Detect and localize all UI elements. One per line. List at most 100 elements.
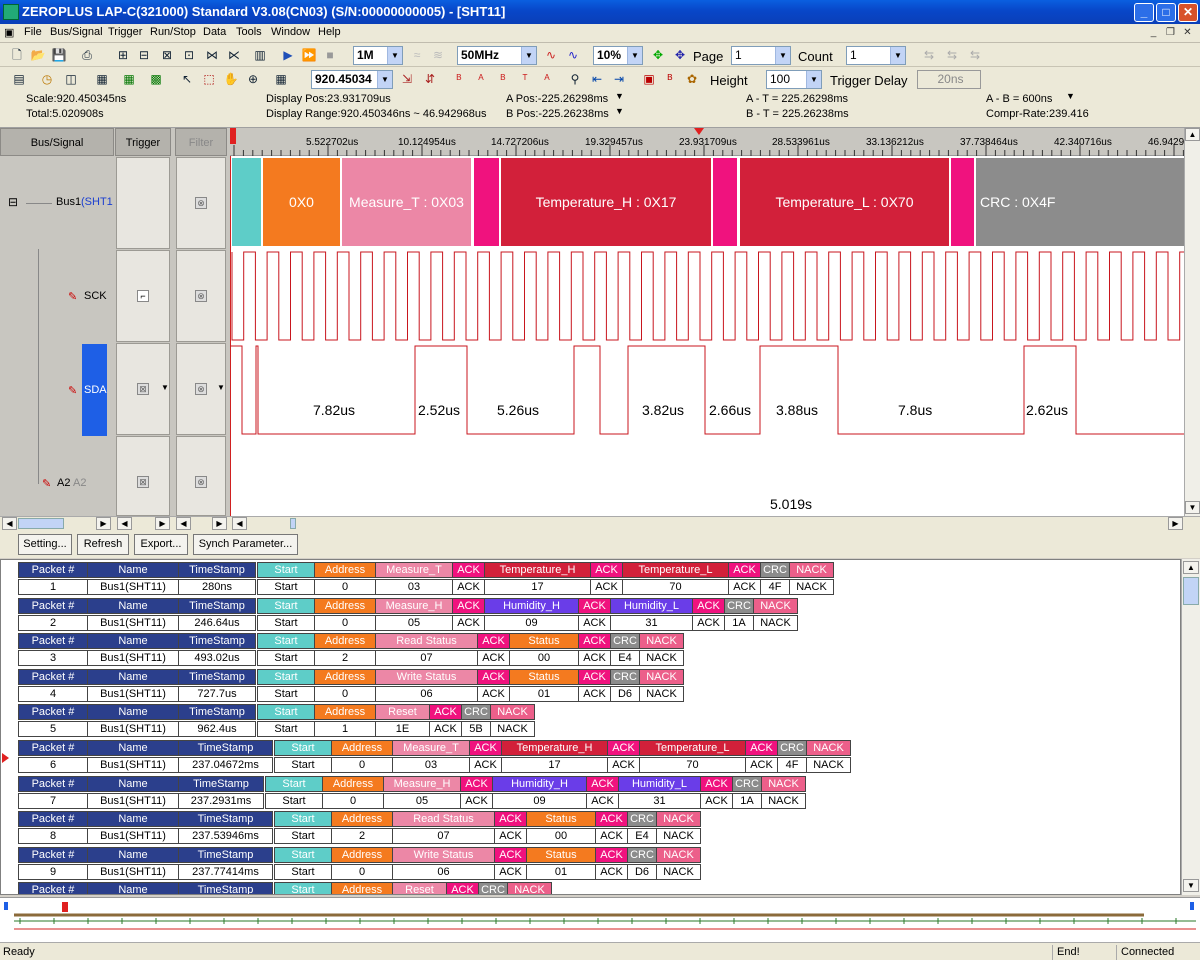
open-icon[interactable]: 📂 [29,46,47,64]
menu-bus-signal[interactable]: Bus/Signal [50,26,103,38]
list-icon-2[interactable]: ▦ [120,70,138,88]
compress-icon-2[interactable]: ≋ [429,46,447,64]
trigger-checkbox[interactable]: ⊠ [137,476,149,488]
close-button[interactable]: ✕ [1178,3,1198,22]
trigger-icon-5[interactable]: ⋈ [203,46,221,64]
trigger-icon-1[interactable]: ⊞ [114,46,132,64]
chevron-down-icon[interactable]: ▼ [161,383,169,392]
scroll-down-icon[interactable]: ▼ [1185,501,1200,514]
b-pos-dropdown-icon[interactable]: ▼ [615,106,624,116]
menu-data[interactable]: Data [203,26,226,38]
filter-checkbox[interactable]: ⊗ [195,290,207,302]
a-pos-dropdown-icon[interactable]: ▼ [615,91,624,101]
synch-parameter-button[interactable]: Synch Parameter... [193,534,298,555]
scroll-thumb[interactable] [18,518,64,529]
scroll-left-icon[interactable]: ◀ [232,517,247,530]
menu-help[interactable]: Help [318,26,341,38]
frequency-select[interactable]: 50MHz ▼ [457,46,537,65]
waveform-view[interactable]: 5.522702us 10.124954us 14.727206us 19.32… [230,128,1184,516]
waveform-scroll-thumb[interactable] [290,518,296,529]
packet-list-scrollbar[interactable]: ▲ ▼ [1181,559,1200,895]
menu-trigger[interactable]: Trigger [108,26,142,38]
search-bus-icon-1[interactable]: ᴮ [450,70,468,88]
timer-icon[interactable]: ◷ [38,70,56,88]
sda-trigger-cell[interactable]: ⊠ ▼ [116,343,170,435]
nav-next-icon[interactable]: ✥ [671,46,689,64]
scroll-left-icon[interactable]: ◀ [2,517,17,530]
note-icon[interactable]: ▤ [10,70,28,88]
mdi-minimize-icon[interactable]: _ [1146,26,1161,40]
cursor-icon[interactable]: ↖ [178,70,196,88]
clock-icon-2[interactable]: ∿ [564,46,582,64]
cursor-b-icon[interactable]: ⇵ [421,70,439,88]
search-prev-icon[interactable]: ⇤ [588,70,606,88]
save-icon[interactable]: 💾 [50,46,68,64]
bus-icon[interactable]: ▥ [251,46,269,64]
bus-row[interactable]: ⊟ Bus1 (SHT1 [0,157,114,249]
compress-icon-1[interactable]: ≈ [408,46,426,64]
mdi-close-icon[interactable]: ✕ [1180,26,1195,40]
height-select[interactable]: 100 ▼ [766,70,822,89]
packet-list[interactable]: Packet #1 Name Bus1(SHT11) TimeStamp 280ns St… [0,559,1181,895]
trigger-icon-6[interactable]: ⋉ [225,46,243,64]
trigger-icon-2[interactable]: ⊟ [135,46,153,64]
mdi-restore-icon[interactable]: ❐ [1163,26,1178,40]
refresh-button[interactable]: Refresh [77,534,129,555]
list-icon-3[interactable]: ▩ [147,70,165,88]
scroll-down-icon[interactable]: ▼ [1183,879,1199,892]
sck-filter-cell[interactable]: ⊗ [176,250,226,342]
chevron-down-icon[interactable]: ▼ [217,383,225,392]
search-bus-icon-5[interactable]: ᴬ [538,70,556,88]
count-select[interactable]: 1 ▼ [846,46,906,65]
clock-icon-1[interactable]: ∿ [542,46,560,64]
scroll-thumb[interactable] [1183,577,1199,605]
cursor-a-icon[interactable]: ⇲ [398,70,416,88]
scroll-right-icon[interactable]: ▶ [1168,517,1183,530]
menu-run-stop[interactable]: Run/Stop [150,26,196,38]
collapse-icon[interactable]: ⊟ [8,195,18,209]
signal-sda-label[interactable]: SDA [84,384,107,396]
bus-setup-icon[interactable]: ◫ [62,70,80,88]
hand-icon[interactable]: ✋ [222,70,240,88]
trigger-pos-select[interactable]: 10% ▼ [593,46,643,65]
record-icon[interactable]: ▣ [640,70,658,88]
bus-filter-cell[interactable]: ⊗ [176,157,226,249]
trigger-delay-button[interactable]: 20ns [917,70,981,89]
zoom-area-icon[interactable]: ⬚ [200,70,218,88]
waveform-vertical-scrollbar[interactable]: ▲ ▼ [1184,128,1200,516]
setting-button[interactable]: Setting... [18,534,72,555]
page-select[interactable]: 1 ▼ [731,46,791,65]
palette-icon[interactable]: ✿ [683,70,701,88]
list-icon-1[interactable]: ▦ [93,70,111,88]
bus-trigger-cell[interactable] [116,157,170,249]
search-bus-icon-2[interactable]: ᴬ [472,70,490,88]
run-icon[interactable]: ▶ [279,46,297,64]
bus-decode-icon[interactable]: ᴮ [661,70,679,88]
scroll-right-icon[interactable]: ▶ [155,517,170,530]
sck-trigger-cell[interactable]: ⌐ [116,250,170,342]
zoom-in-icon[interactable]: ⊕ [244,70,262,88]
maximize-button[interactable]: □ [1156,3,1176,22]
filter-checkbox[interactable]: ⊗ [195,383,207,395]
search-bus-icon-3[interactable]: ᴮ [494,70,512,88]
a2-filter-cell[interactable]: ⊗ [176,436,226,516]
sda-filter-cell[interactable]: ⊗ ▼ [176,343,226,435]
trigger-checkbox[interactable]: ⊠ [137,383,149,395]
menu-tools[interactable]: Tools [236,26,262,38]
scroll-right-icon[interactable]: ▶ [212,517,227,530]
filter-checkbox[interactable]: ⊗ [195,476,207,488]
overview-bar[interactable] [0,897,1200,942]
zoom-value-select[interactable]: 920.45034 ▼ [311,70,393,89]
export-button[interactable]: Export... [134,534,188,555]
run-repeat-icon[interactable]: ⏩ [300,46,318,64]
scroll-left-icon[interactable]: ◀ [176,517,191,530]
nav-prev-icon[interactable]: ✥ [649,46,667,64]
trigger-icon-4[interactable]: ⊡ [180,46,198,64]
scroll-left-icon[interactable]: ◀ [117,517,132,530]
signal-sck-label[interactable]: SCK [84,290,107,302]
binoculars-icon[interactable]: ⚲ [566,70,584,88]
scroll-up-icon[interactable]: ▲ [1183,561,1199,574]
menu-window[interactable]: Window [271,26,310,38]
rising-edge-icon[interactable]: ⌐ [137,290,149,302]
stop-icon[interactable]: ■ [321,46,339,64]
